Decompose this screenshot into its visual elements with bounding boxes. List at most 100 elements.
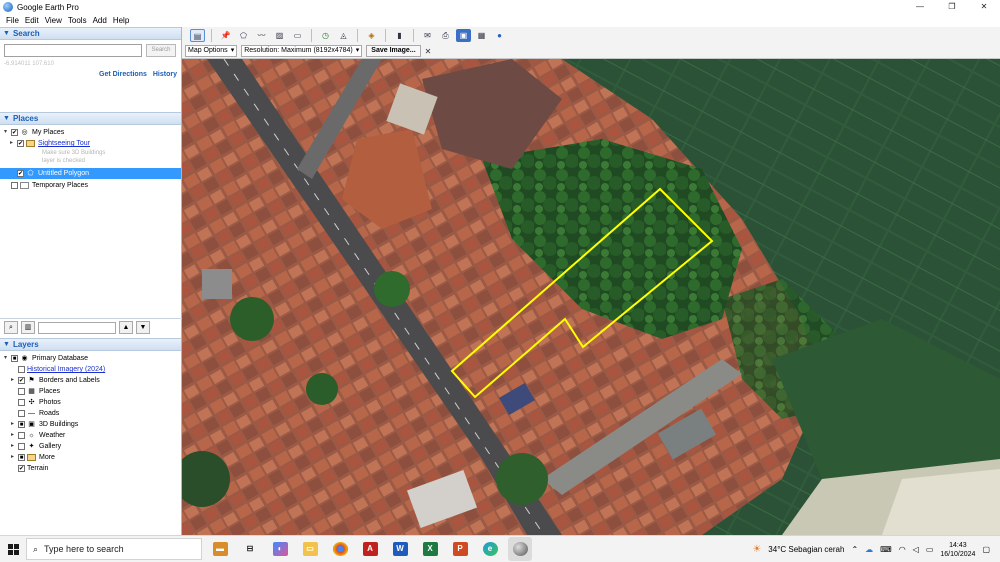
close-options-icon[interactable]: ✕ xyxy=(425,47,432,56)
acrobat-app[interactable]: A xyxy=(358,537,382,561)
checkbox[interactable] xyxy=(11,182,18,189)
search-panel-header[interactable]: ▼ Search xyxy=(0,27,181,40)
checkbox[interactable]: ■ xyxy=(11,355,18,362)
excel-app[interactable]: X xyxy=(418,537,442,561)
layer-terrain[interactable]: ✔ Terrain xyxy=(9,463,48,474)
move-down-icon[interactable]: ▼ xyxy=(136,321,150,334)
ruler-icon[interactable]: ▮ xyxy=(392,29,407,42)
expand-icon[interactable]: ▾ xyxy=(2,129,9,136)
maximize-button[interactable]: ❐ xyxy=(936,0,968,14)
briefcase-app[interactable]: ▬ xyxy=(208,537,232,561)
tree-label[interactable]: Sightseeing Tour xyxy=(38,140,90,147)
get-directions-link[interactable]: Get Directions xyxy=(99,71,147,78)
tree-item-temporary-places[interactable]: Temporary Places xyxy=(2,180,88,191)
layers-panel-header[interactable]: ▼ Layers xyxy=(0,338,181,351)
checkbox[interactable]: ✔ xyxy=(17,140,24,147)
task-view-button[interactable]: ⊟ xyxy=(238,537,262,561)
layer-more[interactable]: ▸ ■ More xyxy=(9,452,55,463)
tree-item-untitled-polygon[interactable]: ✔ ⬠ Untitled Polygon xyxy=(0,168,181,179)
close-button[interactable]: ✕ xyxy=(968,0,1000,14)
checkbox[interactable] xyxy=(18,399,25,406)
tree-item-sightseeing-tour[interactable]: ▸ ✔ Sightseeing Tour xyxy=(8,138,90,149)
image-overlay-icon[interactable]: ▨ xyxy=(272,29,287,42)
start-button[interactable] xyxy=(0,536,26,562)
notification-icon[interactable]: ▢ xyxy=(982,545,990,554)
word-app[interactable]: W xyxy=(388,537,412,561)
resolution-dropdown[interactable]: Resolution: Maximum (8192x4784) ▾ xyxy=(241,45,363,57)
layer-photos[interactable]: ✣ Photos xyxy=(9,397,61,408)
menu-file[interactable]: File xyxy=(6,16,19,25)
menu-add[interactable]: Add xyxy=(93,16,107,25)
checkbox[interactable] xyxy=(18,366,25,373)
layer-label[interactable]: Historical Imagery (2024) xyxy=(27,366,105,373)
menu-view[interactable]: View xyxy=(45,16,62,25)
checkbox[interactable] xyxy=(18,410,25,417)
history-link[interactable]: History xyxy=(153,71,177,78)
polygon-tool-icon[interactable]: ⬠ xyxy=(236,29,251,42)
print-icon[interactable]: ⎙ xyxy=(438,29,453,42)
volume-icon[interactable]: ◁ xyxy=(913,545,919,554)
expand-icon[interactable]: ▸ xyxy=(9,432,16,439)
minimize-button[interactable]: — xyxy=(904,0,936,14)
checkbox[interactable]: ■ xyxy=(18,454,25,461)
checkbox[interactable]: ✔ xyxy=(11,129,18,136)
record-tour-icon[interactable]: ▭ xyxy=(290,29,305,42)
checkbox[interactable]: ✔ xyxy=(18,465,25,472)
powerpoint-app[interactable]: P xyxy=(448,537,472,561)
keyboard-icon[interactable]: ⌨ xyxy=(880,545,892,554)
expand-icon[interactable]: ▸ xyxy=(8,140,15,147)
places-filter-input[interactable] xyxy=(38,321,116,334)
expand-icon[interactable]: ▸ xyxy=(9,443,16,450)
layer-gallery[interactable]: ▸ ✦ Gallery xyxy=(9,441,61,452)
search-button[interactable]: Search xyxy=(146,44,176,57)
google-earth-app[interactable] xyxy=(508,537,532,561)
clock[interactable]: 14:43 16/10/2024 xyxy=(940,541,975,559)
earth-icon[interactable]: ● xyxy=(492,29,507,42)
planets-icon[interactable]: ◈ xyxy=(364,29,379,42)
path-tool-icon[interactable]: 〰 xyxy=(254,29,269,42)
checkbox[interactable]: ✔ xyxy=(18,377,25,384)
menu-help[interactable]: Help xyxy=(113,16,129,25)
checkbox[interactable] xyxy=(18,443,25,450)
expand-icon[interactable]: ▸ xyxy=(9,421,16,428)
layer-weather[interactable]: ▸ ☼ Weather xyxy=(9,430,65,441)
panel-toggle-icon[interactable]: ▥ xyxy=(21,321,35,334)
checkbox[interactable]: ✔ xyxy=(17,170,24,177)
tree-item-my-places[interactable]: ▾ ✔ ◎ My Places xyxy=(2,127,64,138)
view-in-maps-icon[interactable]: ▦ xyxy=(474,29,489,42)
sunlight-icon[interactable]: ◬ xyxy=(336,29,351,42)
file-explorer-app[interactable]: ▭ xyxy=(298,537,322,561)
save-image-button[interactable]: Save Image... xyxy=(366,45,421,57)
weather-text[interactable]: 34°C Sebagian cerah xyxy=(768,545,844,554)
move-up-icon[interactable]: ▲ xyxy=(119,321,133,334)
save-image-icon[interactable]: ▣ xyxy=(456,29,471,42)
wifi-icon[interactable]: ◠ xyxy=(899,545,906,554)
satellite-imagery[interactable] xyxy=(182,59,1000,535)
cloud-icon[interactable]: ☁ xyxy=(865,545,873,554)
edge-app[interactable]: e xyxy=(478,537,502,561)
map-view[interactable] xyxy=(182,59,1000,535)
layer-roads[interactable]: — Roads xyxy=(9,408,59,419)
expand-icon[interactable]: ▾ xyxy=(2,355,9,362)
map-options-dropdown[interactable]: Map Options ▾ xyxy=(185,45,238,57)
expand-icon[interactable]: ▸ xyxy=(9,454,16,461)
layer-3d-buildings[interactable]: ▸ ■ ▣ 3D Buildings xyxy=(9,419,78,430)
checkbox[interactable]: ■ xyxy=(18,421,25,428)
checkbox[interactable] xyxy=(18,388,25,395)
search-icon[interactable]: ⌕ xyxy=(4,321,18,334)
copilot-app[interactable]: ◐ xyxy=(268,537,292,561)
chrome-app[interactable] xyxy=(328,537,352,561)
historical-imagery-icon[interactable]: ◷ xyxy=(318,29,333,42)
sidebar-toggle-icon[interactable]: ▤ xyxy=(190,29,205,42)
battery-icon[interactable]: ▭ xyxy=(926,545,934,554)
chevron-up-icon[interactable]: ⌃ xyxy=(851,545,858,554)
menu-edit[interactable]: Edit xyxy=(25,16,39,25)
layer-primary-database[interactable]: ▾ ■ ◉ Primary Database xyxy=(2,353,88,364)
layer-historical-imagery[interactable]: Historical Imagery (2024) xyxy=(9,364,105,375)
layer-places[interactable]: ▦ Places xyxy=(9,386,60,397)
taskbar-search[interactable]: ⌕ Type here to search xyxy=(26,538,202,560)
menu-tools[interactable]: Tools xyxy=(68,16,87,25)
email-icon[interactable]: ✉ xyxy=(420,29,435,42)
places-panel-header[interactable]: ▼ Places xyxy=(0,112,181,125)
placemark-icon[interactable]: 📌 xyxy=(218,29,233,42)
